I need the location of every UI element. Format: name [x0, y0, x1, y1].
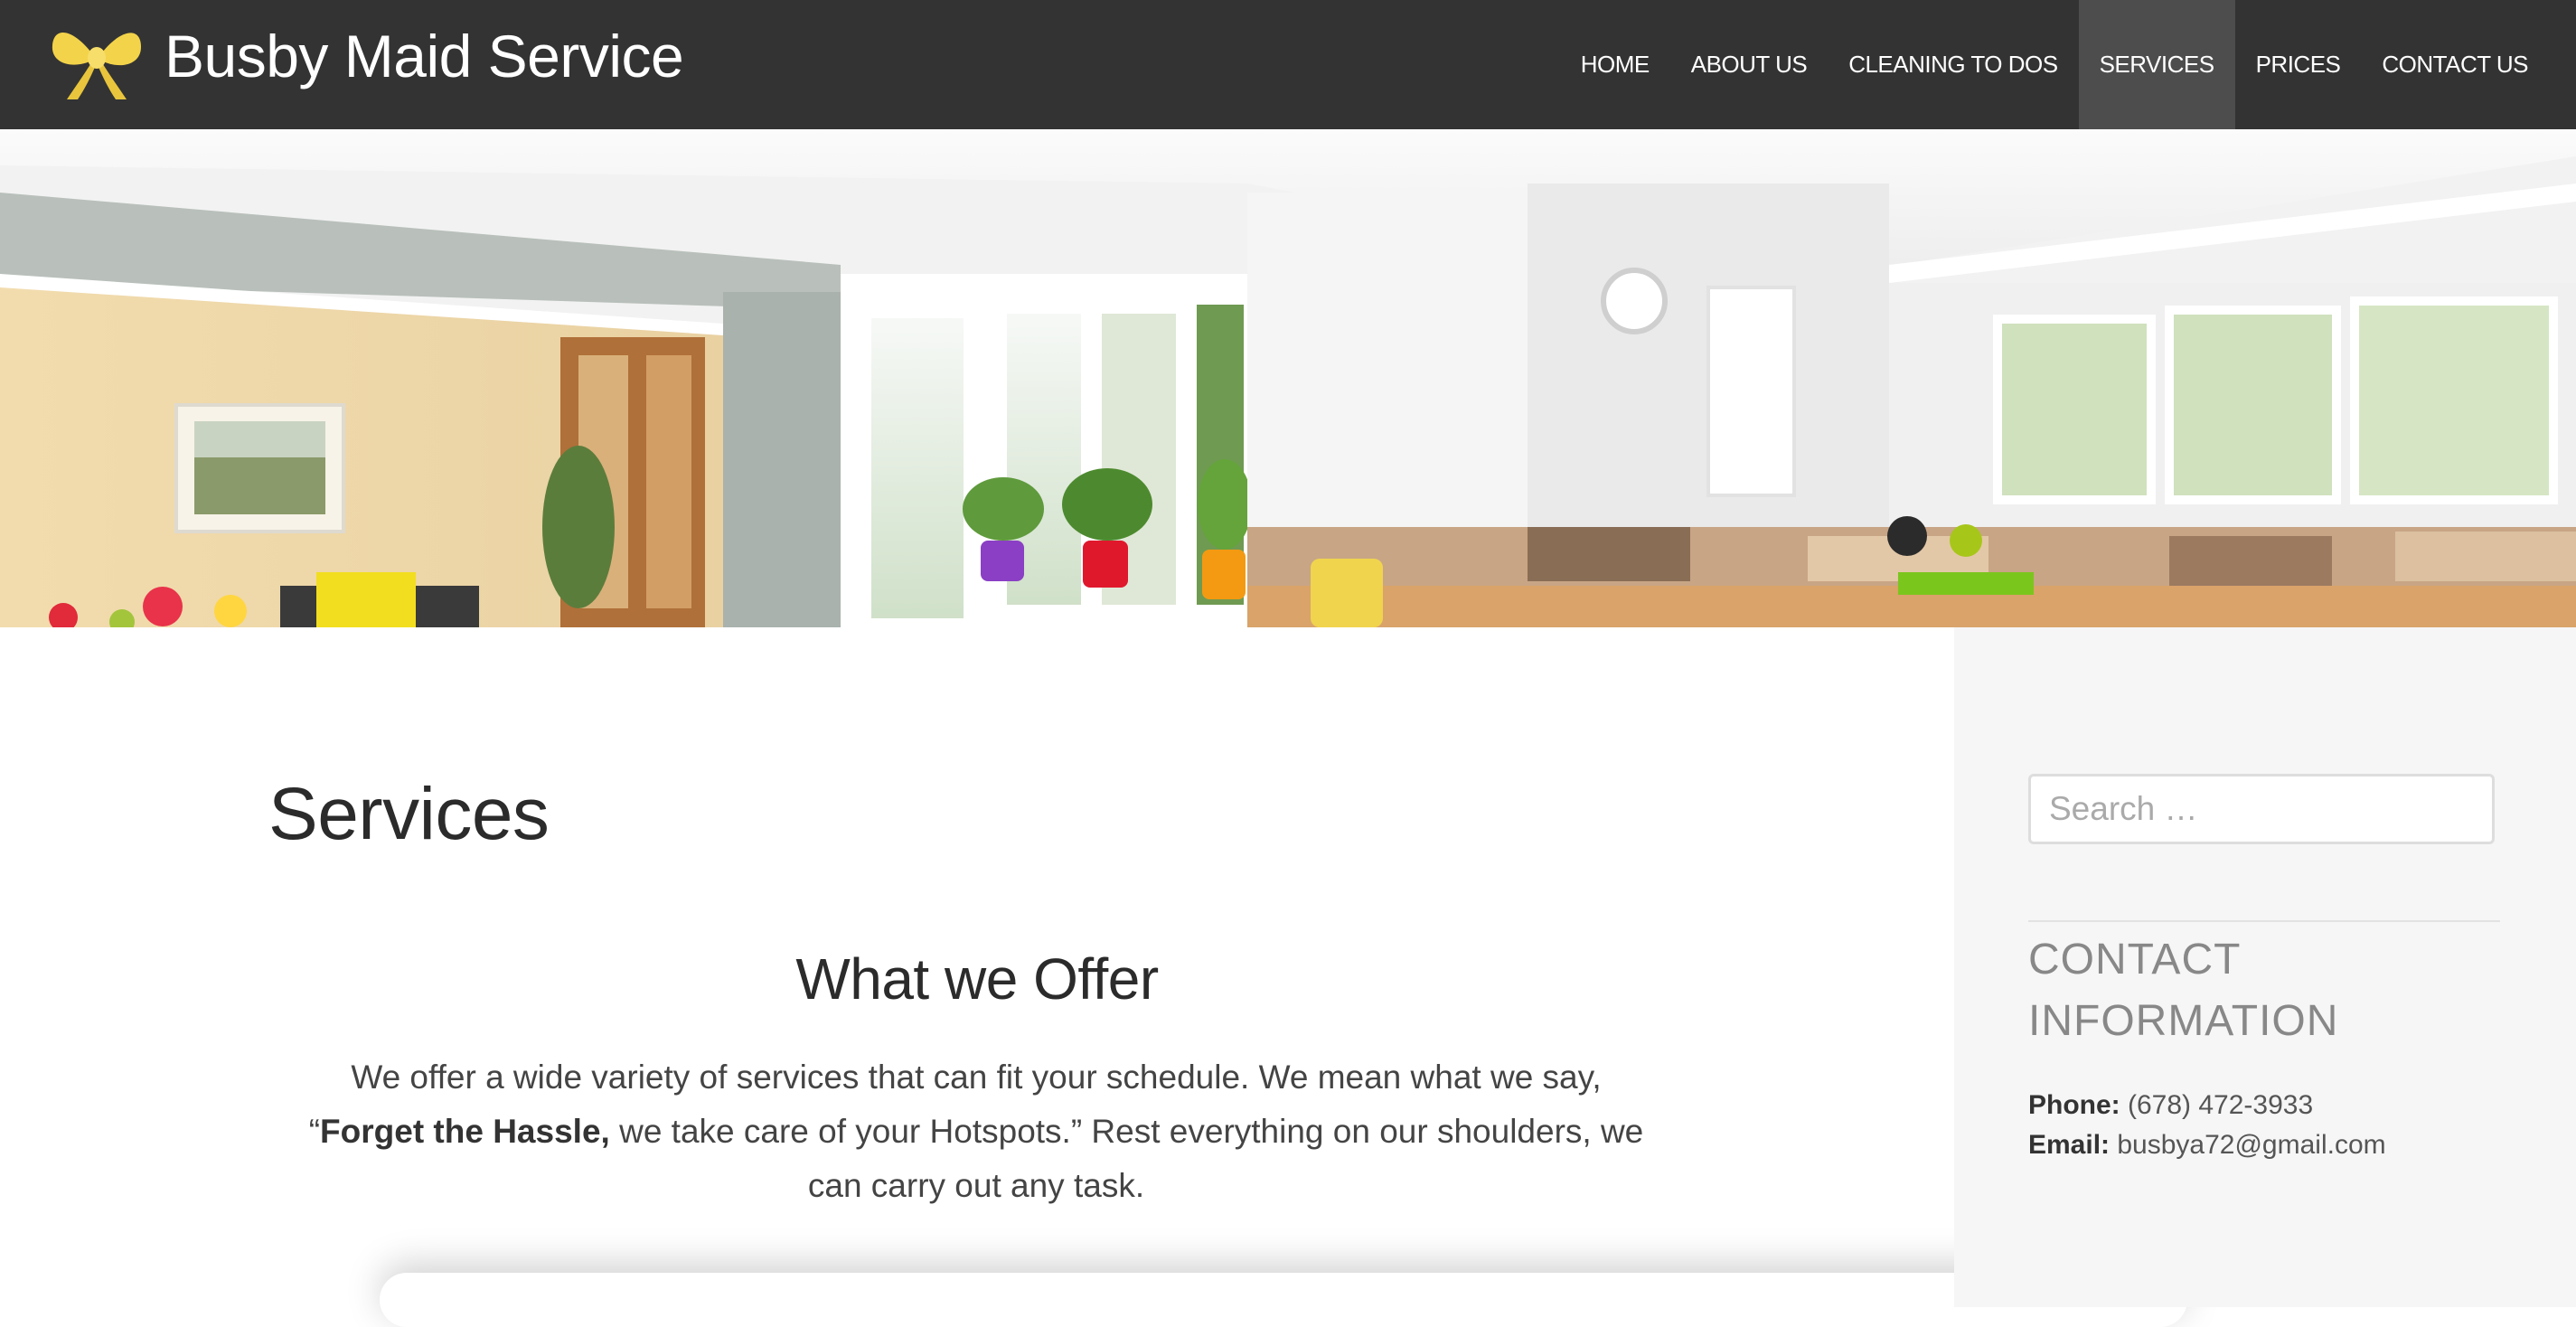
- main-nav: HOME ABOUT US CLEANING TO DOS SERVICES P…: [1560, 0, 2576, 129]
- sidebar: CONTACT INFORMATION Phone: (678) 472-393…: [1954, 627, 2576, 1307]
- site-title[interactable]: Busby Maid Service: [165, 22, 684, 90]
- nav-services[interactable]: SERVICES: [2078, 0, 2235, 129]
- offer-quote-open: “: [308, 1113, 321, 1150]
- offer-bold-phrase: Forget the Hassle,: [320, 1113, 610, 1150]
- offer-heading: What we Offer: [795, 946, 1159, 1012]
- email-value[interactable]: busbya72@gmail.com: [2110, 1130, 2385, 1160]
- offer-text-line-1: We offer a wide variety of services that…: [351, 1059, 1602, 1096]
- page-title: Services: [268, 773, 550, 855]
- offer-text-line-2: we take care of your Hotspots.” Rest eve…: [609, 1113, 1644, 1204]
- content-card-shadow: [380, 1273, 2187, 1327]
- nav-home[interactable]: HOME: [1560, 0, 1670, 129]
- nav-prices[interactable]: PRICES: [2235, 0, 2362, 129]
- site-header: Busby Maid Service HOME ABOUT US CLEANIN…: [0, 0, 2576, 129]
- nav-cleaning-to-dos[interactable]: CLEANING TO DOS: [1828, 0, 2078, 129]
- contact-email: Email: busbya72@gmail.com: [2028, 1130, 2386, 1161]
- sidebar-divider: [2028, 920, 2500, 922]
- bow-logo-icon[interactable]: [47, 13, 146, 103]
- nav-contact-us[interactable]: CONTACT US: [2361, 0, 2549, 129]
- main-content: Services What we Offer We offer a wide v…: [0, 627, 2187, 1327]
- contact-phone: Phone: (678) 472-3933: [2028, 1090, 2313, 1121]
- hero-kitchen-image: [0, 129, 2576, 627]
- phone-label: Phone:: [2028, 1090, 2120, 1120]
- email-label: Email:: [2028, 1130, 2111, 1160]
- phone-value[interactable]: (678) 472-3933: [2120, 1090, 2313, 1120]
- offer-paragraph: We offer a wide variety of services that…: [298, 1050, 1654, 1213]
- nav-about-us[interactable]: ABOUT US: [1670, 0, 1828, 129]
- search-input[interactable]: [2028, 774, 2495, 844]
- contact-info-heading: CONTACT INFORMATION: [2028, 936, 2339, 1045]
